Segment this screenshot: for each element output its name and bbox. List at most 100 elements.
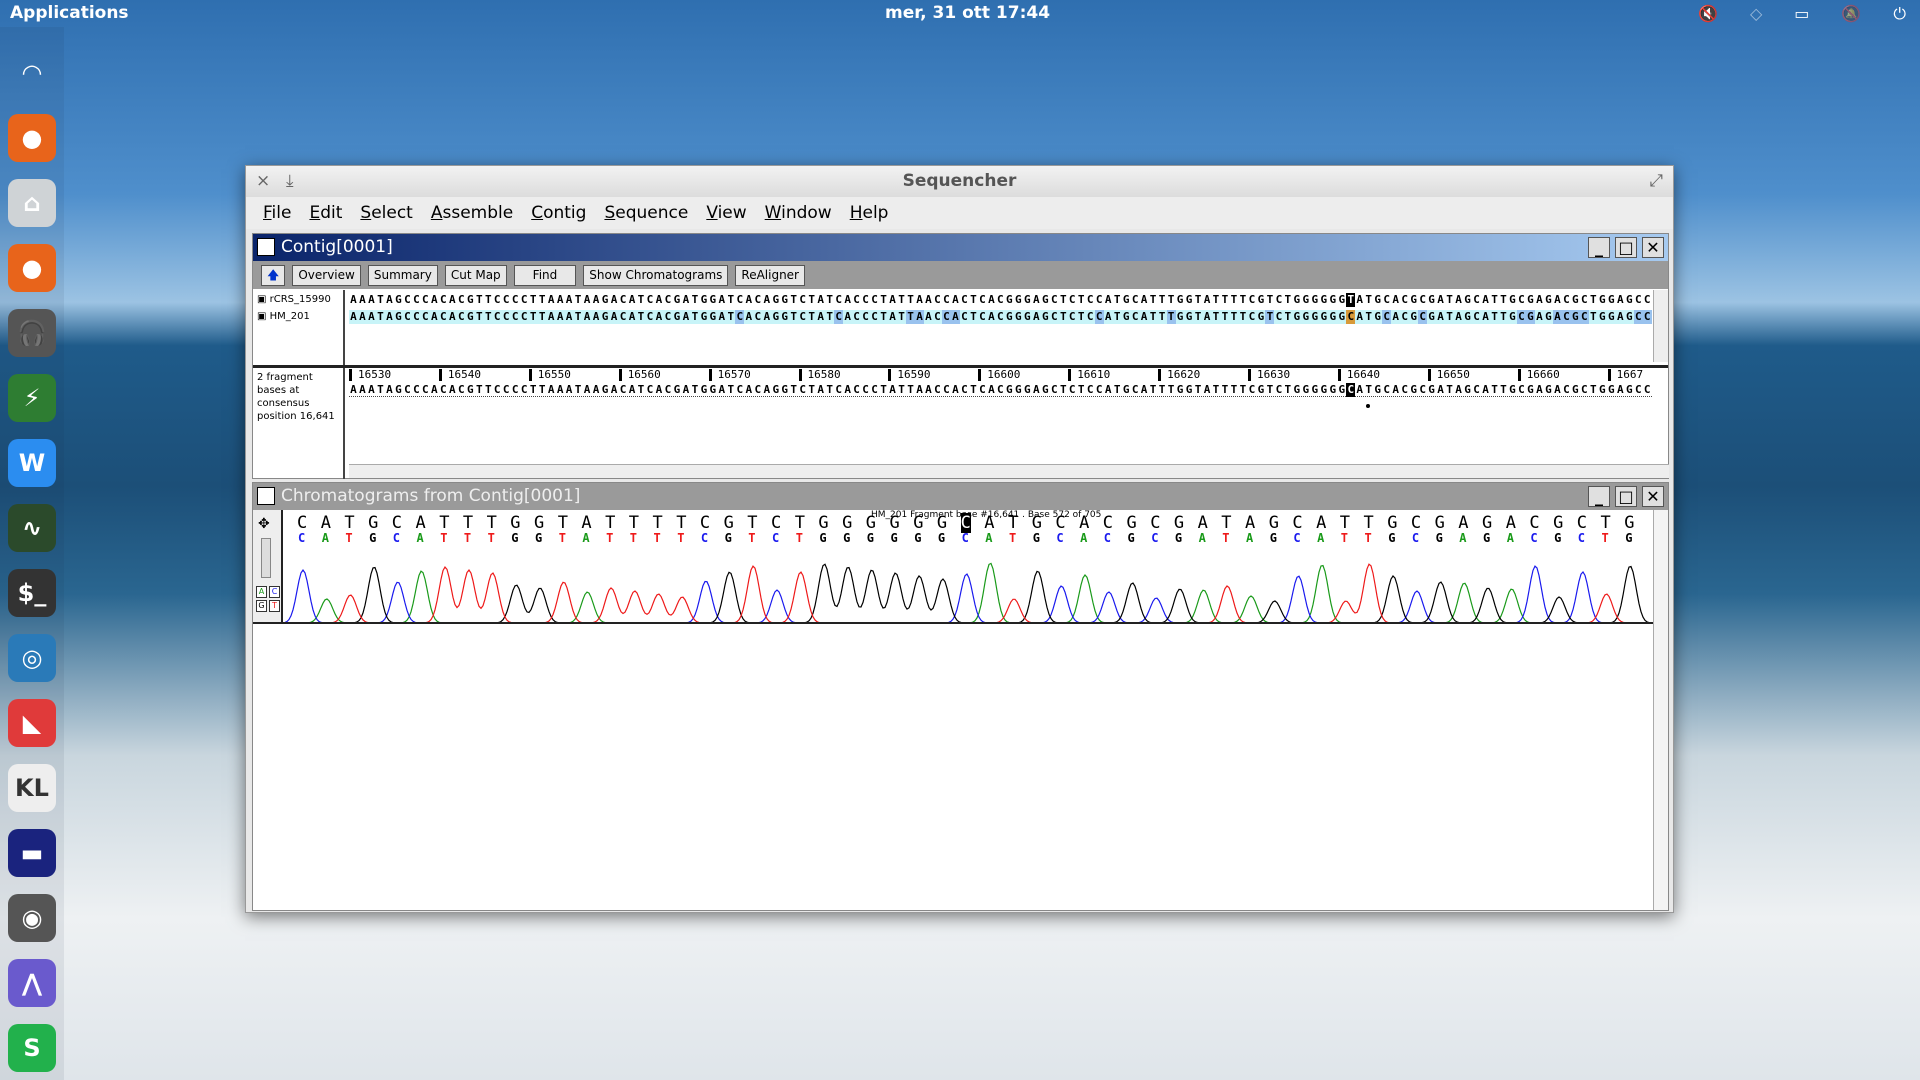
base[interactable]: A bbox=[951, 293, 960, 307]
base[interactable]: C bbox=[493, 293, 502, 307]
overview-button[interactable]: Overview bbox=[292, 264, 361, 286]
base[interactable]: A bbox=[1616, 310, 1625, 324]
base[interactable]: A bbox=[1355, 310, 1364, 324]
base[interactable]: A bbox=[430, 293, 439, 307]
base[interactable]: T bbox=[538, 293, 547, 307]
base[interactable]: C bbox=[735, 293, 744, 307]
base[interactable]: C bbox=[645, 293, 654, 307]
base[interactable]: C bbox=[493, 310, 502, 324]
base[interactable]: G bbox=[1301, 310, 1310, 324]
base[interactable]: G bbox=[1508, 293, 1517, 307]
base[interactable]: A bbox=[1391, 383, 1400, 397]
base[interactable]: A bbox=[358, 310, 367, 324]
base[interactable]: G bbox=[1526, 293, 1535, 307]
base[interactable]: T bbox=[529, 293, 538, 307]
base-call[interactable]: C bbox=[1150, 513, 1160, 533]
base[interactable]: A bbox=[1535, 293, 1544, 307]
base[interactable]: C bbox=[1247, 310, 1256, 324]
base[interactable]: C bbox=[834, 310, 844, 324]
summary-button[interactable]: Summary bbox=[367, 264, 438, 286]
base-call[interactable]: T bbox=[605, 513, 615, 533]
base[interactable]: T bbox=[1283, 310, 1292, 324]
dock-writer-icon[interactable]: W bbox=[8, 439, 56, 487]
base[interactable]: G bbox=[699, 383, 708, 397]
base[interactable]: A bbox=[717, 310, 726, 324]
base[interactable]: C bbox=[933, 383, 942, 397]
maximize-button[interactable]: □ bbox=[1615, 486, 1637, 507]
base[interactable]: T bbox=[1167, 383, 1176, 397]
base[interactable]: A bbox=[610, 383, 619, 397]
base[interactable]: T bbox=[637, 383, 646, 397]
base[interactable]: T bbox=[475, 293, 484, 307]
base[interactable]: A bbox=[681, 293, 690, 307]
base[interactable]: C bbox=[933, 293, 942, 307]
base[interactable]: C bbox=[1517, 383, 1526, 397]
base[interactable]: G bbox=[1525, 310, 1535, 324]
base[interactable]: G bbox=[1176, 293, 1185, 307]
base[interactable]: G bbox=[1463, 293, 1472, 307]
base[interactable]: A bbox=[843, 383, 852, 397]
base[interactable]: A bbox=[349, 383, 358, 397]
base[interactable]: T bbox=[807, 383, 816, 397]
base[interactable]: G bbox=[1463, 310, 1472, 324]
base[interactable]: G bbox=[1319, 310, 1328, 324]
row-label-rcrs[interactable]: ▣ rCRS_15990 bbox=[257, 294, 331, 305]
base[interactable]: G bbox=[1328, 383, 1337, 397]
base[interactable]: A bbox=[762, 293, 771, 307]
base[interactable]: T bbox=[1589, 310, 1598, 324]
base[interactable]: C bbox=[1094, 310, 1104, 324]
base[interactable]: G bbox=[780, 293, 789, 307]
base[interactable]: T bbox=[897, 293, 906, 307]
base[interactable]: C bbox=[1274, 293, 1283, 307]
base[interactable]: T bbox=[376, 293, 385, 307]
base[interactable]: A bbox=[654, 293, 663, 307]
chromatogram-base-calls[interactable]: CCAATTGGCCAATTTTTTGGGGTTAATTTTTTTTCCGGTT… bbox=[285, 513, 1655, 553]
base[interactable]: A bbox=[1481, 310, 1490, 324]
base[interactable]: C bbox=[439, 310, 448, 324]
base[interactable]: G bbox=[1310, 383, 1319, 397]
base[interactable]: T bbox=[1490, 383, 1499, 397]
base[interactable]: C bbox=[1418, 383, 1427, 397]
row-label-hm201[interactable]: ▣ HM_201 bbox=[257, 311, 310, 322]
base[interactable]: T bbox=[825, 310, 834, 324]
base[interactable]: C bbox=[933, 310, 942, 324]
base[interactable]: A bbox=[1535, 383, 1544, 397]
base[interactable]: G bbox=[394, 310, 403, 324]
base[interactable]: G bbox=[771, 383, 780, 397]
base[interactable]: C bbox=[1400, 310, 1409, 324]
contig-titlebar[interactable]: Contig[0001] _ □ ✕ bbox=[253, 234, 1668, 261]
base-call[interactable]: T bbox=[439, 513, 449, 533]
base[interactable]: G bbox=[708, 293, 717, 307]
base[interactable]: C bbox=[1131, 293, 1140, 307]
base-call[interactable]: C bbox=[1577, 513, 1587, 533]
base[interactable]: G bbox=[1544, 383, 1553, 397]
base[interactable]: C bbox=[834, 383, 843, 397]
base[interactable]: C bbox=[1634, 383, 1643, 397]
clock[interactable]: mer, 31 ott 17:44 bbox=[885, 3, 1050, 23]
base[interactable]: G bbox=[1005, 293, 1014, 307]
base[interactable]: G bbox=[1328, 310, 1337, 324]
base-call[interactable]: G bbox=[1269, 513, 1279, 533]
base[interactable]: C bbox=[1400, 293, 1409, 307]
base[interactable]: A bbox=[717, 293, 726, 307]
base[interactable]: C bbox=[502, 383, 511, 397]
dock-app-icon[interactable]: ◎ bbox=[8, 634, 56, 682]
vertical-scale-slider[interactable] bbox=[261, 538, 271, 578]
base[interactable]: T bbox=[1238, 310, 1247, 324]
realigner-button[interactable]: ReAligner bbox=[735, 264, 805, 286]
dock-headphones-icon[interactable]: 🎧 bbox=[8, 309, 56, 357]
base[interactable]: T bbox=[1212, 383, 1221, 397]
base[interactable]: G bbox=[1014, 310, 1023, 324]
volume-muted-icon[interactable]: 🔇 bbox=[1698, 4, 1718, 24]
base[interactable]: G bbox=[1301, 293, 1310, 307]
toggle-a-trace[interactable]: A bbox=[256, 586, 267, 598]
base[interactable]: T bbox=[807, 310, 816, 324]
base[interactable]: T bbox=[1059, 310, 1068, 324]
sequence-row-rcrs[interactable]: AAATAGCCCACACGTTCCCCTTAAATAAGACATCACGATG… bbox=[349, 293, 1652, 307]
base[interactable]: G bbox=[1256, 293, 1265, 307]
base[interactable]: T bbox=[969, 293, 978, 307]
base[interactable]: G bbox=[1544, 293, 1553, 307]
base[interactable]: T bbox=[1194, 383, 1203, 397]
base[interactable]: G bbox=[1607, 383, 1616, 397]
dock-chromatogram-app-icon[interactable]: ⋀ bbox=[8, 959, 56, 1007]
